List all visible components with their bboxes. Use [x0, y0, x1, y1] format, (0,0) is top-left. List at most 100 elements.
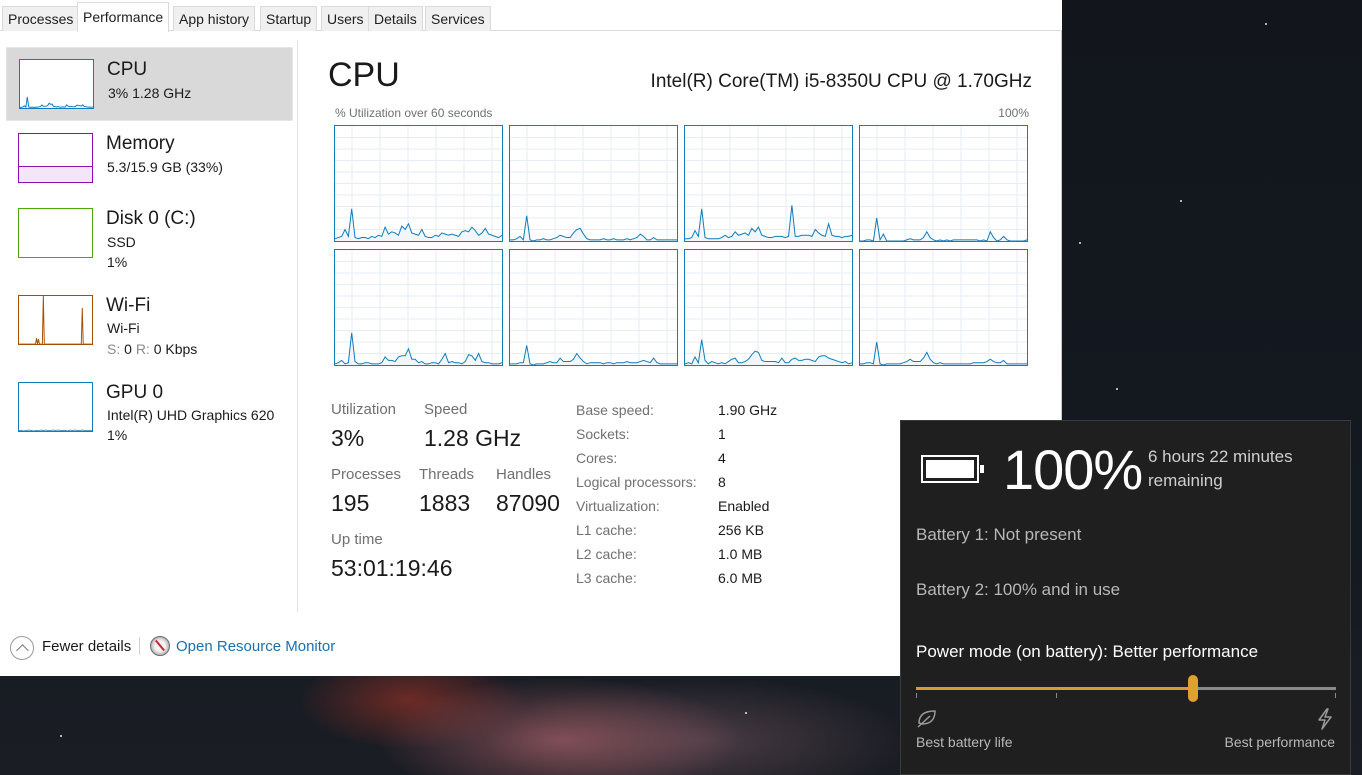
wifi-thumbnail-graph	[18, 295, 93, 345]
footer-divider	[139, 637, 140, 655]
sidebar-item-detail: 5.3/15.9 GB (33%)	[107, 159, 223, 175]
sidebar-item-detail-2: 1%	[107, 254, 128, 270]
thumbnail-line	[20, 96, 93, 108]
sidebar-item-detail-2: 1%	[107, 427, 128, 443]
graph-max-label: 100%	[998, 106, 1029, 120]
slider-tick	[1335, 693, 1336, 698]
chevron-up-icon[interactable]	[10, 636, 34, 660]
power-mode-slider[interactable]	[916, 675, 1336, 702]
battery-nub	[980, 465, 984, 473]
tab-services[interactable]: Services	[425, 6, 491, 31]
open-resource-monitor-link[interactable]: Open Resource Monitor	[176, 638, 335, 655]
core-graph-5	[509, 249, 678, 366]
sidebar-item-detail: 3% 1.28 GHz	[108, 85, 192, 101]
threads-value: 1883	[419, 490, 471, 516]
lightning-bolt-icon	[1318, 708, 1332, 730]
utilization-label: Utilization	[331, 401, 397, 418]
spec-label: Sockets:	[576, 426, 630, 442]
leaf-icon	[917, 710, 936, 728]
tab-bar: Processes Performance App history Startu…	[0, 0, 1062, 32]
speed-value: 1.28 GHz	[424, 425, 522, 451]
tab-app-history[interactable]: App history	[173, 6, 256, 31]
sidebar-item-detail: Wi-Fi	[107, 320, 140, 336]
thumbnail-line	[19, 296, 92, 344]
battery-time-remaining: 6 hours 22 minutes remaining	[1148, 447, 1293, 490]
star	[745, 712, 747, 714]
sidebar-item-title: CPU	[107, 59, 148, 80]
core-graph-4	[334, 249, 503, 366]
battery-icon	[921, 455, 984, 483]
tab-details[interactable]: Details	[368, 6, 423, 31]
sidebar-item-memory[interactable]: Memory 5.3/15.9 GB (33%)	[6, 122, 293, 196]
sidebar-item-detail: SSD	[107, 234, 136, 250]
gpu-thumbnail-graph	[18, 382, 93, 432]
core-graph-6	[684, 249, 853, 366]
tab-performance[interactable]: Performance	[77, 2, 170, 32]
uptime-value: 53:01:19:46	[331, 555, 453, 581]
slider-thumb[interactable]	[1188, 675, 1199, 702]
sidebar-item-cpu[interactable]: CPU 3% 1.28 GHz	[6, 47, 293, 121]
core-graph-area	[335, 208, 502, 241]
spec-value: 1	[718, 426, 726, 442]
battery-fill	[926, 460, 974, 478]
receive-label: R:	[135, 341, 150, 357]
best-performance-label: Best performance	[1224, 734, 1336, 750]
tab-users[interactable]: Users	[321, 6, 370, 31]
spec-label: L3 cache:	[576, 570, 637, 586]
sidebar-item-disk[interactable]: Disk 0 (C:) SSD 1%	[6, 197, 293, 271]
memory-usage-fill	[19, 166, 92, 182]
slider-fill	[916, 687, 1194, 690]
sidebar-item-wifi[interactable]: Wi-Fi Wi-Fi S: 0 R: 0 Kbps	[6, 284, 293, 358]
core-graph-line	[510, 215, 677, 241]
battery-flyout: 100% 6 hours 22 minutes remaining Batter…	[900, 420, 1351, 775]
spec-value: 8	[718, 474, 726, 490]
spec-value: Enabled	[718, 498, 770, 514]
battery-percent: 100%	[1003, 438, 1143, 501]
slider-tick	[1056, 693, 1057, 698]
spec-value: 1.0 MB	[718, 546, 763, 562]
receive-value: 0 Kbps	[153, 341, 198, 357]
processes-value: 195	[331, 490, 370, 516]
tab-processes[interactable]: Processes	[2, 6, 80, 31]
star	[1180, 200, 1182, 202]
sidebar-item-gpu[interactable]: GPU 0 Intel(R) UHD Graphics 620 1%	[6, 371, 293, 445]
core-graph-7	[859, 249, 1028, 366]
core-graph-0	[334, 125, 503, 242]
thumbnail-line	[19, 429, 92, 431]
core-graph-area	[510, 215, 677, 241]
resource-monitor-icon[interactable]	[150, 636, 170, 656]
processes-label: Processes	[331, 466, 402, 483]
sidebar-item-title: Memory	[106, 133, 175, 154]
star	[1116, 388, 1118, 390]
star	[1079, 242, 1081, 244]
threads-label: Threads	[419, 466, 475, 483]
core-graph-area	[335, 332, 502, 365]
sidebar-item-title: Wi-Fi	[106, 295, 151, 316]
spec-value: 1.90 GHz	[718, 402, 778, 418]
core-graph-1	[509, 125, 678, 242]
core-graphs-grid	[334, 125, 1030, 367]
sidebar-item-detail-2: S: 0 R: 0 Kbps	[107, 341, 197, 357]
send-label: S:	[107, 341, 121, 357]
core-graph-2	[684, 125, 853, 242]
tab-startup[interactable]: Startup	[260, 6, 318, 31]
spec-value: 4	[718, 450, 726, 466]
best-battery-life-label: Best battery life	[916, 734, 1013, 750]
speed-label: Speed	[424, 401, 468, 418]
fewer-details-button[interactable]: Fewer details	[42, 638, 131, 655]
resource-sidebar: CPU 3% 1.28 GHz Memory 5.3/15.9 GB (33%)…	[0, 40, 298, 612]
spec-label: Logical processors:	[576, 474, 697, 490]
memory-thumbnail-graph	[18, 133, 93, 183]
spec-label: L2 cache:	[576, 546, 637, 562]
sidebar-item-detail: Intel(R) UHD Graphics 620	[107, 407, 275, 423]
utilization-value: 3%	[331, 425, 365, 451]
spec-label: L1 cache:	[576, 522, 637, 538]
spec-value: 6.0 MB	[718, 570, 763, 586]
cpu-thumbnail-graph	[19, 59, 94, 109]
sidebar-item-title: GPU 0	[106, 382, 164, 403]
power-mode-label: Power mode (on battery): Better performa…	[916, 642, 1259, 661]
spec-label: Cores:	[576, 450, 618, 466]
handles-label: Handles	[496, 466, 552, 483]
battery-2-status: Battery 2: 100% and in use	[916, 580, 1121, 599]
core-graph-area	[685, 205, 852, 241]
